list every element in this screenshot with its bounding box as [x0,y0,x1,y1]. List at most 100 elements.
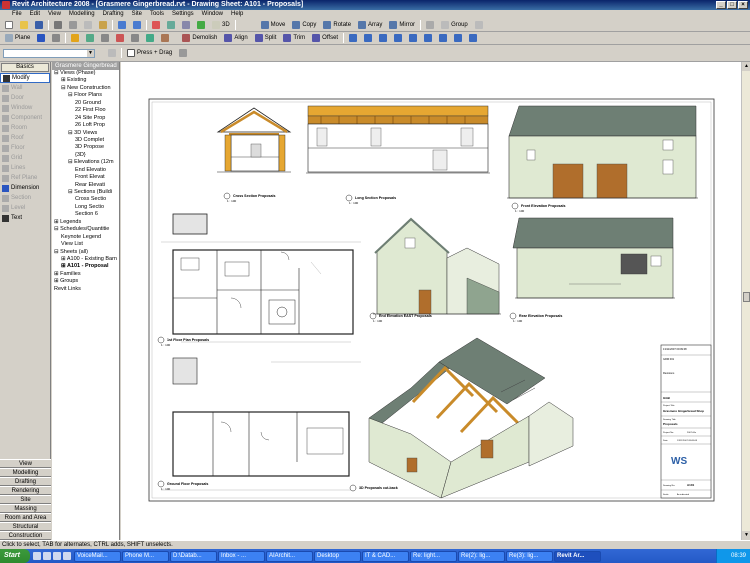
tab-rendering[interactable]: Rendering [0,486,51,495]
menu-site[interactable]: Site [132,10,142,19]
tree-item[interactable]: ⊞ A101 - Proposal [52,263,119,270]
menu-settings[interactable]: Settings [172,10,194,19]
demolish-button[interactable]: Demolish [180,33,219,44]
tree-item[interactable]: 26 Loft Prop [52,122,119,129]
tree-item[interactable]: Front Elevat [52,174,119,181]
tree-item[interactable]: ⊟ Sheets (all) [52,249,119,256]
tool-level[interactable]: Level [0,203,50,213]
tool-wall[interactable]: Wall [0,83,50,93]
scroll-thumb[interactable] [743,292,750,302]
view-3d-button[interactable]: 3D [210,20,232,31]
tree-item[interactable]: ⊞ Groups [52,278,119,285]
tab-drafting[interactable]: Drafting [0,477,51,486]
tree-item[interactable]: 24 Site Prop [52,115,119,122]
task-button[interactable]: Re: light... [410,550,457,562]
tree-item[interactable]: 20 Ground [52,100,119,107]
tree-item[interactable]: ⊞ Families [52,271,119,278]
type-selector[interactable]: ▼ [3,48,95,58]
tree-item[interactable]: ⊟ Views (Phase) [52,70,119,77]
tree-item[interactable]: Section 6 [52,211,119,218]
tree-item[interactable]: 3D Propose [52,144,119,151]
tab-view[interactable]: View [0,459,51,468]
tree-item[interactable]: ⊟ 3D Views [52,130,119,137]
vertical-scrollbar[interactable]: ▲ ▼ [741,62,750,540]
revit-app-icon[interactable] [2,1,10,9]
task-button[interactable]: Phone M... [122,550,169,562]
menu-view[interactable]: View [48,10,61,19]
tab-massing[interactable]: Massing [0,504,51,513]
tool-door[interactable]: Door [0,93,50,103]
tree-item[interactable]: Long Sectio [52,204,119,211]
group-button[interactable]: Group [439,20,470,31]
trim-button[interactable]: Trim [281,33,307,44]
menu-drafting[interactable]: Drafting [103,10,124,19]
task-button[interactable]: AIArchit... [266,550,313,562]
tree-item[interactable]: ⊟ Sections (Buildi [52,189,119,196]
paint-icon[interactable] [69,33,81,44]
print-icon[interactable] [52,20,64,31]
tree-item[interactable]: End Elevatio [52,167,119,174]
drawing-area[interactable]: Cross Section Proposals Long Section Pro… [121,62,741,540]
tool-room[interactable]: Room [0,123,50,133]
properties-icon[interactable] [106,48,118,59]
redo-icon[interactable] [131,20,143,31]
menu-help[interactable]: Help [231,10,243,19]
array-button[interactable]: Array [356,20,384,31]
tool-grid[interactable]: Grid [0,153,50,163]
split-face-icon[interactable] [84,33,96,44]
fill-color-icon[interactable] [35,33,47,44]
view-tool-5-icon[interactable] [407,33,419,44]
tree-item[interactable]: ⊟ New Construction [52,85,119,92]
menu-window[interactable]: Window [202,10,223,19]
task-button[interactable]: Re(2): lig... [458,550,505,562]
tree-item[interactable]: Cross Sectio [52,196,119,203]
tree-item[interactable]: 3D Complet [52,137,119,144]
linework-icon[interactable] [144,33,156,44]
start-button[interactable]: Start [0,549,30,563]
task-button[interactable]: IT & CAD... [362,550,409,562]
tool-lines[interactable]: Lines [0,163,50,173]
menu-tools[interactable]: Tools [150,10,164,19]
task-button[interactable]: VoiceMail... [74,550,121,562]
copy-icon[interactable] [82,20,94,31]
zoom-icon[interactable] [165,20,177,31]
save-icon[interactable] [33,20,45,31]
thin-lines-icon[interactable] [50,33,62,44]
menu-edit[interactable]: Edit [30,10,40,19]
tab-room-and-area[interactable]: Room and Area [0,513,51,522]
tab-construction[interactable]: Construction [0,531,51,540]
view-tool-7-icon[interactable] [437,33,449,44]
tree-item[interactable]: Rear Elevati [52,182,119,189]
open-icon[interactable] [18,20,30,31]
task-button[interactable]: Inbox - ... [218,550,265,562]
new-icon[interactable] [3,20,15,31]
scroll-up-icon[interactable]: ▲ [742,62,750,71]
split-button[interactable]: Split [253,33,279,44]
cut-geometry-icon[interactable] [114,33,126,44]
tree-item[interactable]: ⊞ Existing [52,77,119,84]
chevron-down-icon[interactable]: ▼ [87,49,94,57]
task-button[interactable]: D:\Datab... [170,550,217,562]
tree-item[interactable]: {3D} [52,152,119,159]
menu-modelling[interactable]: Modelling [69,10,95,19]
press-drag-checkbox[interactable]: Press + Drag [125,48,174,59]
tool-section[interactable]: Section [0,193,50,203]
minimize-button[interactable]: _ [716,1,726,9]
pick-icon[interactable] [159,33,171,44]
elevation-view-icon[interactable] [195,20,207,31]
task-button[interactable]: Revit Ar... [554,550,601,562]
view-tool-2-icon[interactable] [362,33,374,44]
scroll-down-icon[interactable]: ▼ [742,531,750,540]
join-icon[interactable] [99,33,111,44]
ie-icon[interactable] [33,552,41,560]
rotate-button[interactable]: Rotate [321,20,353,31]
view-tool-4-icon[interactable] [392,33,404,44]
section-view-icon[interactable] [180,20,192,31]
view-tool-9-icon[interactable] [467,33,479,44]
task-button[interactable]: Re(3): lig... [506,550,553,562]
menu-file[interactable]: File [12,10,22,19]
view-tool-3-icon[interactable] [377,33,389,44]
tree-item[interactable]: ⊞ A100 - Existing Barn [52,256,119,263]
tool-roof[interactable]: Roof [0,133,50,143]
offset-button[interactable]: Offset [310,33,340,44]
